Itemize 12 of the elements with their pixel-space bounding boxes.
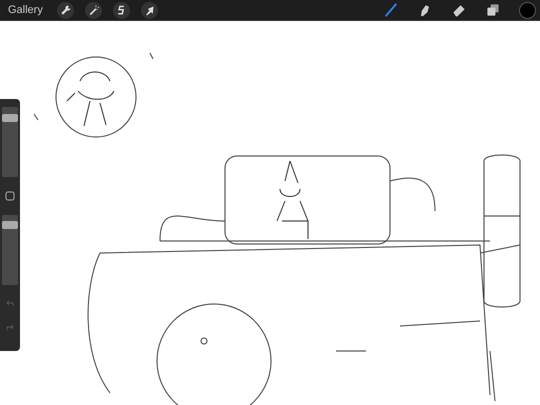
square-icon[interactable] (5, 191, 15, 201)
slider-thumb[interactable] (2, 114, 18, 122)
magic-wand-icon[interactable] (84, 2, 102, 18)
brush-icon[interactable] (383, 2, 399, 18)
slider-thumb[interactable] (2, 221, 18, 230)
selection-icon[interactable] (112, 2, 130, 18)
layers-icon[interactable] (485, 2, 501, 18)
opacity-slider[interactable] (2, 215, 18, 285)
color-swatch[interactable] (519, 2, 536, 18)
brush-size-slider[interactable] (2, 107, 18, 177)
gallery-button[interactable]: Gallery (6, 4, 45, 16)
wrench-icon[interactable] (56, 2, 74, 18)
